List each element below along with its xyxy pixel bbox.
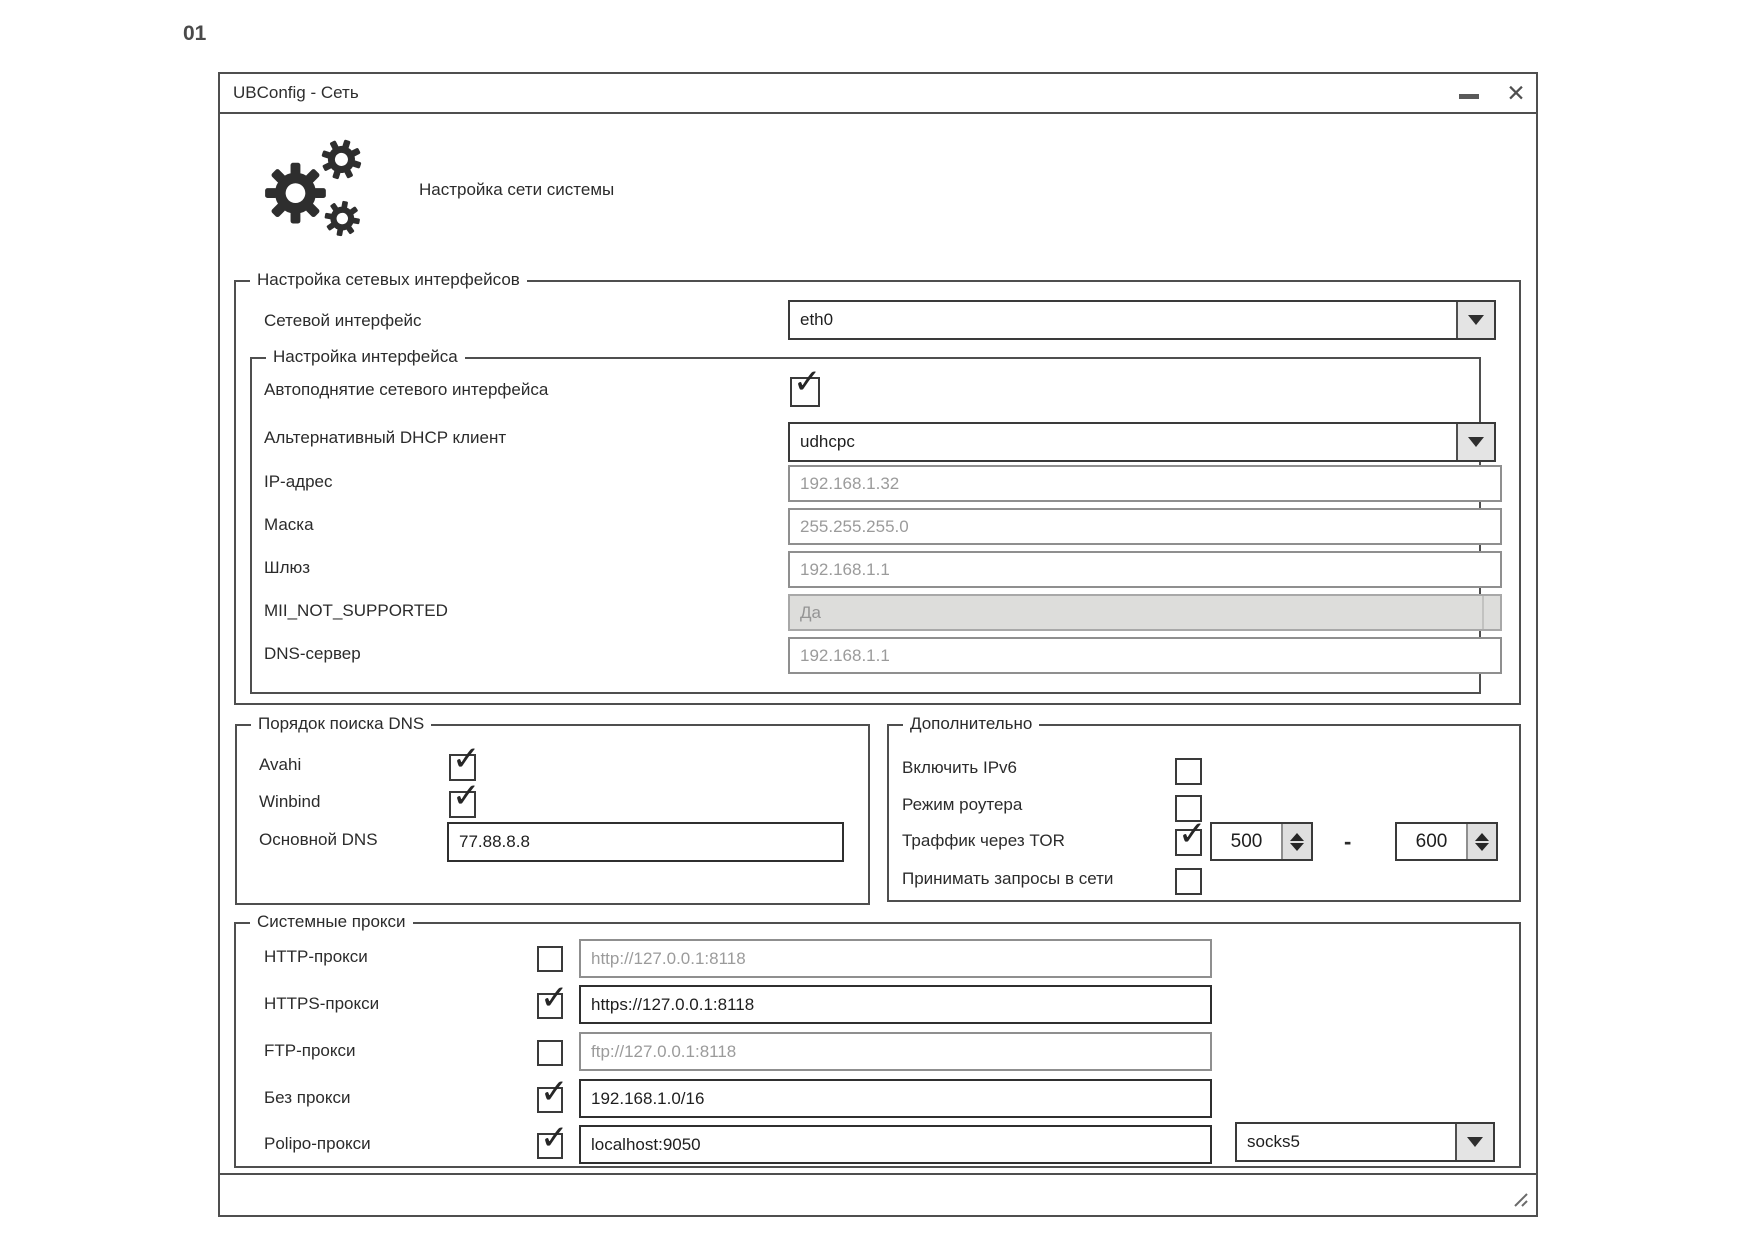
- accept-requests-checkbox[interactable]: ✓: [1175, 868, 1202, 895]
- spinner-down-icon[interactable]: [1290, 843, 1304, 851]
- winbind-label: Winbind: [259, 792, 320, 812]
- mii-field: Да: [788, 594, 1502, 631]
- winbind-checkbox[interactable]: ✓: [449, 791, 476, 818]
- gateway-field[interactable]: [788, 551, 1502, 588]
- no-proxy-field[interactable]: [579, 1079, 1212, 1118]
- polipo-proxy-label: Polipo-прокси: [264, 1134, 371, 1154]
- primary-dns-label: Основной DNS: [259, 830, 378, 850]
- https-proxy-field[interactable]: [579, 985, 1212, 1024]
- ipv6-checkbox[interactable]: ✓: [1175, 758, 1202, 785]
- ubconfig-window: UBConfig - Сеть ✕: [218, 72, 1538, 1217]
- dialog-heading: Настройка сети системы: [419, 177, 614, 203]
- gears-icon: [262, 134, 370, 244]
- chevron-down-icon: [1468, 315, 1484, 325]
- https-proxy-label: HTTPS-прокси: [264, 994, 379, 1014]
- polipo-protocol-select[interactable]: socks5: [1235, 1122, 1495, 1162]
- resize-grip-icon[interactable]: [1505, 1184, 1529, 1208]
- interface-select-value: eth0: [790, 302, 1456, 338]
- autoup-checkbox[interactable]: ✓: [790, 377, 820, 407]
- mask-field[interactable]: [788, 508, 1502, 545]
- dns-server-label: DNS-сервер: [264, 644, 361, 664]
- http-proxy-label: HTTP-прокси: [264, 947, 368, 967]
- ip-label: IP-адрес: [264, 472, 333, 492]
- check-icon: ✓: [793, 365, 822, 399]
- group-additional-legend: Дополнительно: [903, 714, 1039, 734]
- close-button[interactable]: ✕: [1500, 79, 1532, 107]
- minimize-icon: [1459, 94, 1479, 99]
- chevron-down-icon: [1468, 437, 1484, 447]
- check-icon: ✓: [540, 981, 569, 1015]
- mii-value: Да: [800, 596, 821, 629]
- tor-port-to-spinner[interactable]: 600: [1395, 822, 1498, 861]
- interface-select-button[interactable]: [1456, 302, 1494, 338]
- no-proxy-label: Без прокси: [264, 1088, 351, 1108]
- tor-port-from-spinner[interactable]: 500: [1210, 822, 1313, 861]
- primary-dns-field[interactable]: [447, 822, 844, 862]
- http-proxy-field[interactable]: [579, 939, 1212, 978]
- spinner-up-icon[interactable]: [1290, 833, 1304, 841]
- chevron-down-icon: [1467, 1137, 1483, 1147]
- ftp-proxy-field[interactable]: [579, 1032, 1212, 1071]
- mask-label: Маска: [264, 515, 314, 535]
- tor-port-from-spin-buttons[interactable]: [1281, 824, 1311, 859]
- interface-label: Сетевой интерфейс: [264, 311, 422, 331]
- accept-requests-label: Принимать запросы в сети: [902, 869, 1113, 889]
- polipo-protocol-select-button[interactable]: [1455, 1124, 1493, 1160]
- polipo-protocol-value: socks5: [1237, 1124, 1455, 1160]
- group-dns-order: Порядок поиска DNS: [235, 724, 870, 905]
- window-title: UBConfig - Сеть: [233, 74, 359, 112]
- polipo-proxy-field[interactable]: [579, 1125, 1212, 1164]
- status-bar: [220, 1173, 1536, 1215]
- port-range-separator: -: [1344, 829, 1351, 855]
- dhcp-select[interactable]: udhcpc: [788, 422, 1496, 462]
- dhcp-select-button[interactable]: [1456, 424, 1494, 460]
- group-interface-settings-legend: Настройка интерфейса: [266, 347, 465, 367]
- check-icon: ✓: [452, 742, 481, 776]
- polipo-proxy-checkbox[interactable]: ✓: [537, 1133, 563, 1159]
- title-bar: UBConfig - Сеть ✕: [220, 74, 1536, 114]
- dhcp-label: Альтернативный DHCP клиент: [264, 428, 506, 448]
- tor-label: Траффик через TOR: [902, 831, 1065, 851]
- minimize-button[interactable]: [1456, 80, 1484, 106]
- tor-port-to-spin-buttons[interactable]: [1466, 824, 1496, 859]
- interface-select[interactable]: eth0: [788, 300, 1496, 340]
- dns-server-field[interactable]: [788, 637, 1502, 674]
- ftp-proxy-checkbox[interactable]: ✓: [537, 1040, 563, 1066]
- mii-label: MII_NOT_SUPPORTED: [264, 601, 448, 621]
- router-mode-label: Режим роутера: [902, 795, 1022, 815]
- spinner-up-icon[interactable]: [1475, 833, 1489, 841]
- ipv6-label: Включить IPv6: [902, 758, 1017, 778]
- mii-field-divider: [1482, 596, 1484, 629]
- check-icon: ✓: [452, 779, 481, 813]
- group-system-proxies-legend: Системные прокси: [250, 912, 413, 932]
- spinner-down-icon[interactable]: [1475, 843, 1489, 851]
- check-icon: ✓: [1178, 817, 1207, 851]
- check-icon: ✓: [540, 1121, 569, 1155]
- no-proxy-checkbox[interactable]: ✓: [537, 1087, 563, 1113]
- page-number: 01: [183, 22, 206, 46]
- avahi-label: Avahi: [259, 755, 301, 775]
- tor-port-to-value: 600: [1397, 824, 1466, 859]
- gateway-label: Шлюз: [264, 558, 310, 578]
- autoup-label: Автоподнятие сетевого интерфейса: [264, 380, 548, 400]
- tor-checkbox[interactable]: ✓: [1175, 829, 1202, 856]
- group-network-interfaces-legend: Настройка сетевых интерфейсов: [250, 270, 527, 290]
- tor-port-from-value: 500: [1212, 824, 1281, 859]
- ip-field[interactable]: [788, 465, 1502, 502]
- ftp-proxy-label: FTP-прокси: [264, 1041, 356, 1061]
- group-dns-order-legend: Порядок поиска DNS: [251, 714, 431, 734]
- https-proxy-checkbox[interactable]: ✓: [537, 993, 563, 1019]
- dhcp-select-value: udhcpc: [790, 424, 1456, 460]
- http-proxy-checkbox[interactable]: ✓: [537, 946, 563, 972]
- check-icon: ✓: [540, 1075, 569, 1109]
